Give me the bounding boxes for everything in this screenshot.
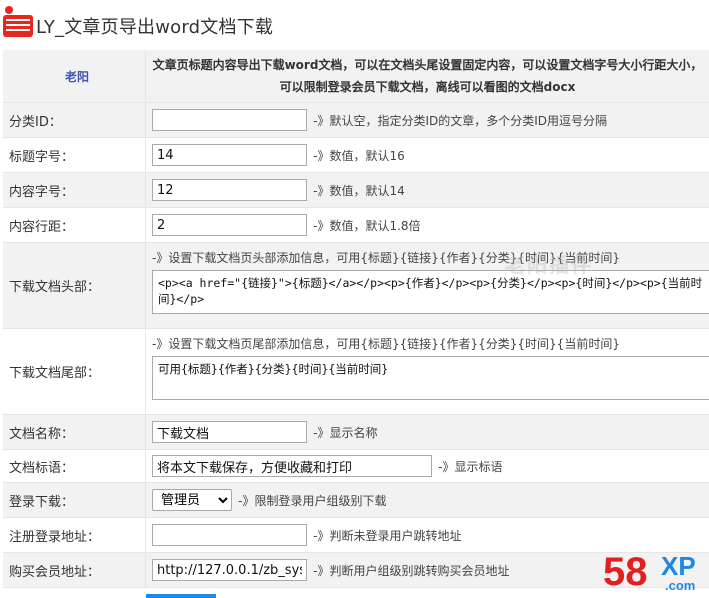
category-id-label: 分类ID：	[3, 102, 146, 138]
doc-header-hint: -》设置下载文档页头部添加信息，可用{标题}{链接}{作者}{分类}{时间}{当…	[152, 251, 620, 265]
settings-table: 老阳 文章页标题内容导出下载word文档，可以在文档头尾设置固定内容，可以设置文…	[3, 50, 709, 588]
header-row: 老阳 文章页标题内容导出下载word文档，可以在文档头尾设置固定内容，可以设置文…	[3, 50, 709, 103]
doc-footer-textarea[interactable]: 可用{标题}{作者}{分类}{时间}{当前时间}	[152, 356, 709, 400]
row-login-download: 登录下载： 管理员 -》限制登录用户组级别下载	[3, 482, 709, 518]
plugin-description: 文章页标题内容导出下载word文档，可以在文档头尾设置固定内容，可以设置文档字号…	[145, 50, 709, 103]
line-height-input[interactable]	[152, 214, 307, 236]
login-download-hint: -》限制登录用户组级别下载	[238, 493, 387, 508]
row-doc-header: 下载文档头部： -》设置下载文档页头部添加信息，可用{标题}{链接}{作者}{分…	[3, 242, 709, 329]
submit-button-edge[interactable]	[146, 594, 216, 598]
doc-name-input[interactable]	[152, 421, 307, 443]
title-bar: LY_文章页导出word文档下载	[0, 0, 709, 50]
row-doc-name: 文档名称： -》显示名称	[3, 414, 709, 450]
logo-number: 58	[603, 550, 648, 594]
buy-member-url-input[interactable]	[152, 559, 307, 581]
doc-name-label: 文档名称：	[3, 414, 146, 450]
row-title-size: 标题字号： -》数值，默认16	[3, 137, 709, 173]
author-name: 老阳	[3, 50, 146, 103]
line-height-hint: -》数值，默认1.8倍	[313, 218, 421, 233]
row-content-size: 内容字号： -》数值，默认14	[3, 172, 709, 208]
register-url-hint: -》判断未登录用户跳转地址	[313, 528, 462, 543]
line-height-label: 内容行距：	[3, 207, 146, 243]
logo-domain: .com	[665, 578, 696, 593]
doc-header-textarea[interactable]: <p><a href="{链接}">{标题}</a></p><p>{作者}</p…	[152, 270, 709, 314]
row-category-id: 分类ID： -》默认空，指定分类ID的文章，多个分类ID用逗号分隔	[3, 102, 709, 138]
logo-xp: XP	[661, 551, 696, 581]
row-doc-footer: 下载文档尾部： -》设置下载文档页尾部添加信息，可用{标题}{链接}{作者}{分…	[3, 328, 709, 415]
content-size-hint: -》数值，默认14	[313, 183, 405, 198]
login-download-label: 登录下载：	[3, 482, 146, 518]
title-size-input[interactable]	[152, 144, 307, 166]
doc-name-hint: -》显示名称	[313, 425, 378, 440]
site-logo: 58 XP .com	[603, 552, 709, 598]
doc-slogan-input[interactable]	[152, 455, 432, 477]
buy-member-url-hint: -》判断用户组级别跳转购买会员地址	[313, 563, 510, 578]
doc-footer-label: 下载文档尾部：	[3, 328, 146, 415]
category-id-input[interactable]	[152, 109, 307, 131]
doc-footer-hint: -》设置下载文档页尾部添加信息，可用{标题}{链接}{作者}{分类}{时间}{当…	[152, 337, 620, 351]
row-register-url: 注册登录地址： -》判断未登录用户跳转地址	[3, 517, 709, 553]
register-url-input[interactable]	[152, 524, 307, 546]
doc-slogan-label: 文档标语：	[3, 449, 146, 483]
buy-member-url-label: 购买会员地址：	[3, 552, 146, 588]
login-download-select[interactable]: 管理员	[152, 489, 232, 511]
content-size-input[interactable]	[152, 179, 307, 201]
app-icon	[3, 6, 33, 37]
title-size-hint: -》数值，默认16	[313, 148, 405, 163]
page-title: LY_文章页导出word文档下载	[36, 17, 274, 38]
title-size-label: 标题字号：	[3, 137, 146, 173]
row-line-height: 内容行距： -》数值，默认1.8倍	[3, 207, 709, 243]
register-url-label: 注册登录地址：	[3, 517, 146, 553]
content-size-label: 内容字号：	[3, 172, 146, 208]
doc-header-label: 下载文档头部：	[3, 242, 146, 329]
category-id-hint: -》默认空，指定分类ID的文章，多个分类ID用逗号分隔	[313, 113, 608, 128]
row-doc-slogan: 文档标语： -》显示标语	[3, 449, 709, 483]
doc-slogan-hint: -》显示标语	[438, 459, 503, 474]
